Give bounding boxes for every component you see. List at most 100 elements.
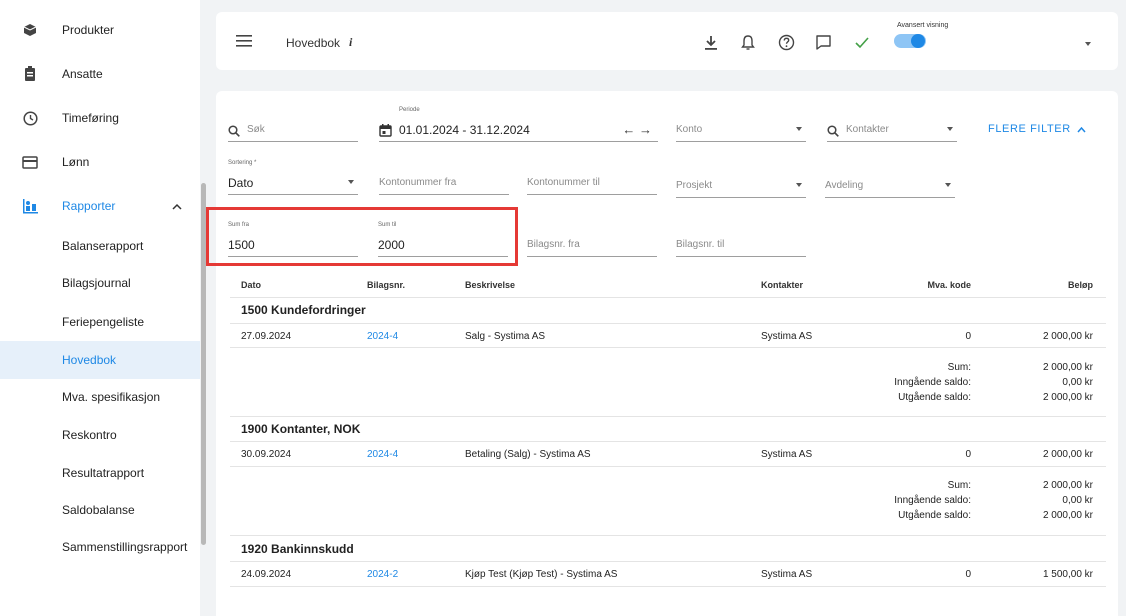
bilagsnr-fra-field[interactable]: Bilagsnr. fra [527,233,657,257]
sum-label: Sum: [947,362,971,373]
sum-value: 2 000,00 kr [1042,480,1093,491]
sidebar-scrollbar[interactable] [200,0,208,616]
divider [230,586,1106,587]
sidebar-item-rapporter[interactable]: Rapporter [0,187,200,225]
bilag-link[interactable]: 2024-4 [367,331,398,342]
cell-mva: 0 [965,569,971,580]
page-title: Hovedbok [286,36,341,50]
caret-down-icon [945,183,951,187]
column-header-belop[interactable]: Beløp [1040,280,1093,290]
kontonummer-til-field[interactable]: Kontonummer til [527,171,657,195]
sidebar-item-label: Ansatte [62,67,103,81]
utgaende-value: 2 000,00 kr [1042,510,1093,521]
bilag-link[interactable]: 2024-4 [367,449,398,460]
utgaende-label: Utgående saldo: [898,392,971,403]
sidebar-item-produkter[interactable]: Produkter [0,11,200,49]
bilag-link[interactable]: 2024-2 [367,569,398,580]
caret-down-icon [796,183,802,187]
cell-belop: 2 000,00 kr [1042,331,1093,342]
kontakter-select[interactable]: Kontakter [827,118,957,142]
caret-down-icon [348,180,354,184]
column-header-beskrivelse[interactable]: Beskrivelse [465,280,515,290]
column-header-bilagsnr[interactable]: Bilagsnr. [367,280,405,290]
cell-kontakt: Systima AS [761,449,813,460]
sidebar-sub-saldobalanse[interactable]: Saldobalanse [0,491,200,529]
sidebar-sub-label: Feriepengeliste [62,315,145,329]
sidebar-sub-feriepengeliste[interactable]: Feriepengeliste [0,303,200,341]
sidebar-item-timeforing[interactable]: Timeføring [0,99,200,137]
cell-kontakt: Systima AS [761,331,813,342]
utgaende-value: 2 000,00 kr [1042,392,1093,403]
sidebar-item-lonn[interactable]: Lønn [0,143,200,181]
menu-icon[interactable] [236,34,252,47]
column-header-kontakter[interactable]: Kontakter [761,280,803,290]
period-field[interactable]: Periode 01.01.2024 - 31.12.2024 ← → [379,107,658,142]
divider [230,347,1106,348]
sidebar-sub-sammenstillingsrapport[interactable]: Sammenstillingsrapport [0,528,200,566]
sidebar-item-label: Lønn [62,155,90,169]
divider [230,561,1106,562]
cell-dato: 27.09.2024 [241,331,292,342]
sorting-select[interactable]: Sortering * Dato [228,160,358,195]
bell-icon[interactable] [740,34,758,52]
sidebar-sub-label: Hovedbok [62,353,117,367]
more-filter-label: FLERE FILTER [988,123,1071,135]
comment-icon[interactable] [815,34,833,52]
avdeling-select[interactable]: Avdeling [825,174,955,198]
help-icon[interactable] [778,34,796,52]
konto-select[interactable]: Konto [676,118,806,142]
search-field[interactable]: Søk [228,118,358,142]
cell-beskrivelse: Betaling (Salg) - Systima AS [465,449,591,460]
advanced-view-label: Avansert visning [897,22,949,29]
sidebar-sub-label: Balanserapport [62,239,144,253]
more-filter-button[interactable]: FLERE FILTER [988,123,1086,135]
check-icon[interactable] [854,34,872,52]
prosjekt-select[interactable]: Prosjekt [676,174,806,198]
caret-down-icon[interactable] [1085,42,1091,46]
sidebar-sub-balanserapport[interactable]: Balanserapport [0,227,200,265]
sidebar-item-label: Timeføring [62,111,119,125]
highlight-box [206,207,518,266]
cell-belop: 2 000,00 kr [1042,449,1093,460]
bilagsnr-til-field[interactable]: Bilagsnr. til [676,233,806,257]
sidebar-sub-resultatrapport[interactable]: Resultatrapport [0,454,200,492]
kontonummer-fra-field[interactable]: Kontonummer fra [379,171,509,195]
sidebar: Produkter Ansatte Timeføring Lønn Rappor… [0,0,200,616]
sidebar-sub-label: Saldobalanse [62,503,135,517]
period-value: 01.01.2024 - 31.12.2024 [399,123,530,137]
sidebar-sub-bilagsjournal[interactable]: Bilagsjournal [0,264,200,302]
sidebar-sub-label: Mva. spesifikasjon [62,390,161,404]
column-header-mva-kode[interactable]: Mva. kode [921,280,971,290]
toggle-knob [911,34,925,48]
sidebar-item-ansatte[interactable]: Ansatte [0,55,200,93]
sidebar-sub-mva-spesifikasjon[interactable]: Mva. spesifikasjon [0,378,200,416]
group-title: 1900 Kontanter, NOK [241,422,361,436]
konto-placeholder: Konto [676,124,703,135]
sidebar-sub-label: Reskontro [62,428,117,442]
cell-beskrivelse: Salg - Systima AS [465,331,546,342]
sorting-value: Dato [228,176,254,190]
download-icon[interactable] [703,34,721,52]
inngaende-value: 0,00 kr [1062,377,1093,388]
column-header-dato[interactable]: Dato [241,280,261,290]
calendar-icon [379,124,392,137]
utgaende-label: Utgående saldo: [898,510,971,521]
inngaende-value: 0,00 kr [1062,495,1093,506]
sidebar-sub-hovedbok[interactable]: Hovedbok [0,341,200,379]
divider [230,297,1106,298]
sidebar-sub-reskontro[interactable]: Reskontro [0,416,200,454]
divider [230,416,1106,417]
group-title: 1920 Bankinnskudd [241,542,354,556]
search-icon [827,124,839,137]
card-icon [22,154,38,170]
search-placeholder: Søk [247,124,265,135]
box-icon [22,22,38,38]
divider [230,535,1106,536]
sum-value: 2 000,00 kr [1042,362,1093,373]
advanced-view-toggle[interactable] [894,34,926,48]
period-arrows[interactable]: ← → [622,122,652,137]
chevron-up-icon [1077,126,1086,132]
info-icon[interactable]: i [349,35,352,50]
cell-mva: 0 [965,331,971,342]
sidebar-sub-label: Sammenstillingsrapport [62,540,188,554]
